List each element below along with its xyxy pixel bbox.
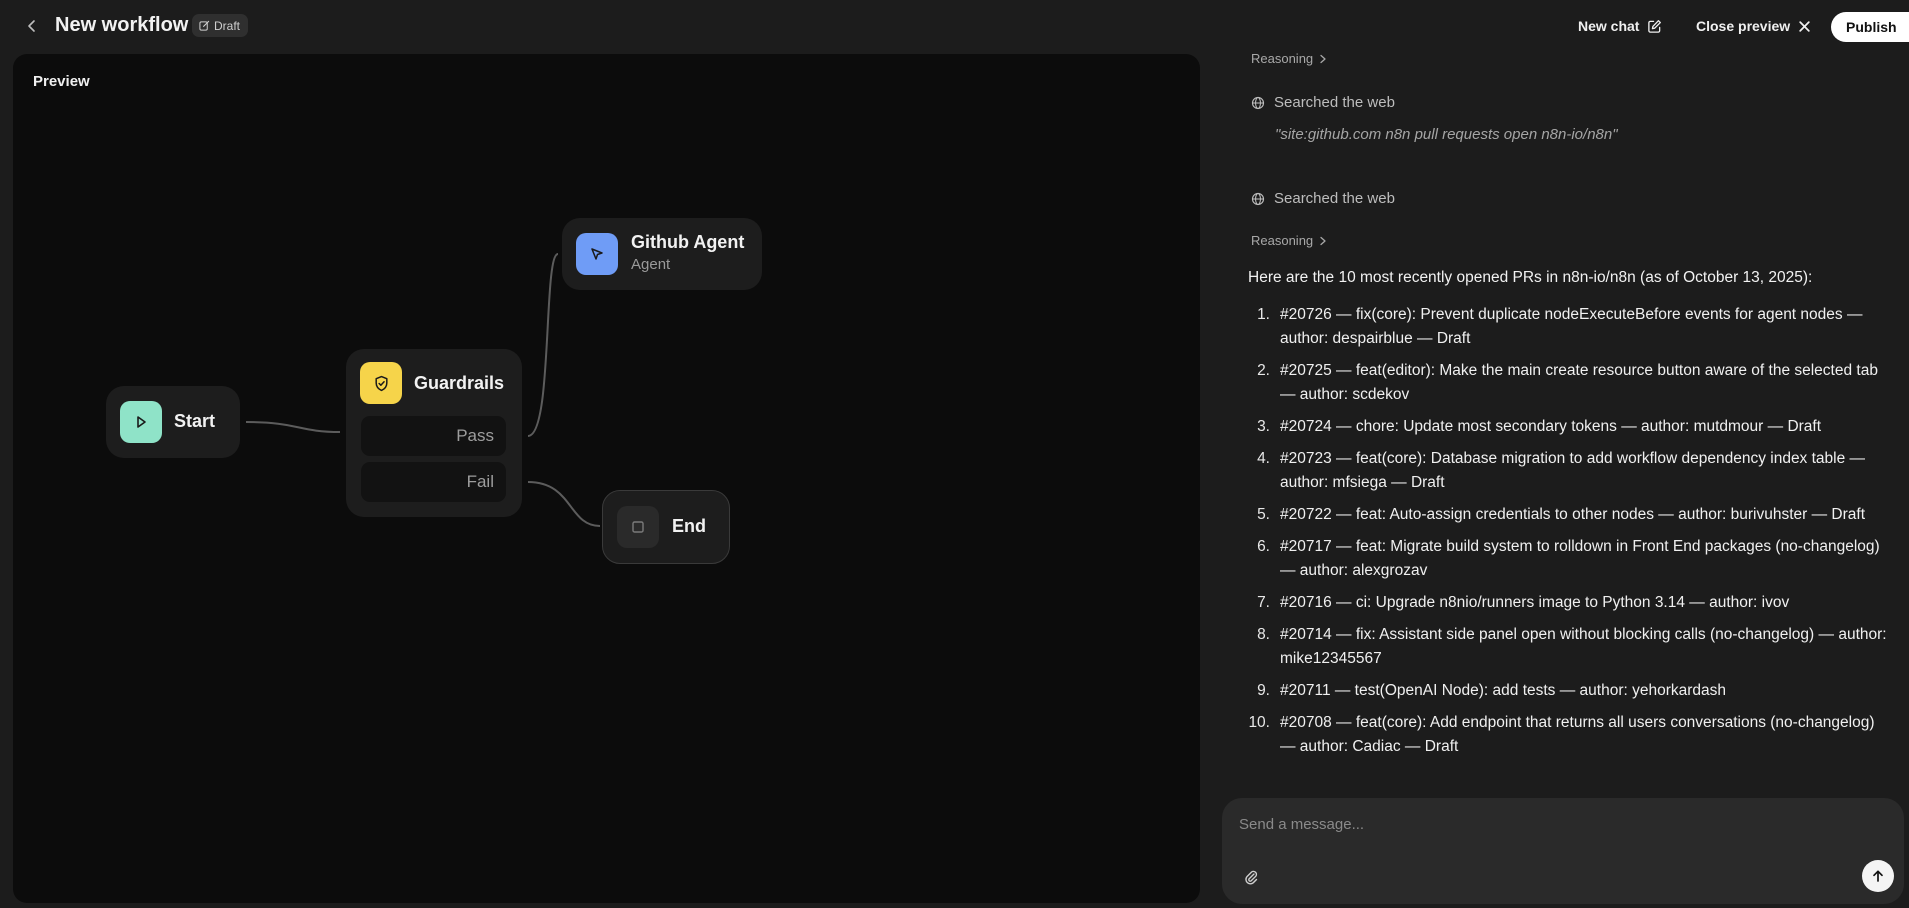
back-button[interactable] (20, 14, 44, 38)
list-item-number: 7. (1257, 594, 1270, 611)
list-item-text: #20716 — ci: Upgrade n8nio/runners image… (1280, 594, 1790, 611)
close-preview-button[interactable]: Close preview (1696, 14, 1811, 38)
list-item-text: #20726 — fix(core): Prevent duplicate no… (1280, 306, 1863, 347)
new-chat-button[interactable]: New chat (1578, 14, 1662, 38)
edge-fail-end (527, 481, 601, 527)
list-item-text: #20708 — feat(core): Add endpoint that r… (1280, 714, 1875, 755)
reasoning-label: Reasoning (1251, 233, 1314, 248)
searched-web-2: Searched the web (1251, 190, 1395, 207)
edge-start-guardrails (245, 421, 341, 433)
node-end[interactable]: End (602, 490, 730, 564)
message-composer (1222, 798, 1904, 904)
searched-web-label: Searched the web (1274, 94, 1395, 111)
list-item-text: #20711 — test(OpenAI Node): add tests — … (1280, 682, 1727, 699)
reasoning-label: Reasoning (1251, 51, 1314, 66)
globe-icon (1251, 192, 1265, 205)
cursor-icon (591, 248, 603, 260)
edit-icon (199, 20, 210, 31)
list-item-text: #20714 — fix: Assistant side panel open … (1280, 626, 1887, 667)
list-item-number: 8. (1257, 626, 1270, 643)
workflow-edges (245, 253, 601, 527)
node-start[interactable]: Start (106, 386, 240, 458)
close-preview-label: Close preview (1696, 18, 1791, 34)
list-item-text: #20725 — feat(editor): Make the main cre… (1280, 362, 1878, 403)
chat-panel: Reasoning Searched the web "site:github.… (1200, 51, 1909, 908)
message-input[interactable] (1239, 812, 1879, 836)
new-chat-icon (1648, 19, 1662, 33)
node-github-agent[interactable]: Github Agent Agent (562, 218, 762, 290)
node-github-agent-icon-box (576, 233, 618, 275)
searched-web-1: Searched the web (1251, 94, 1395, 111)
arrow-up-icon (1873, 870, 1883, 882)
list-item-text: #20724 — chore: Update most secondary to… (1280, 418, 1822, 435)
status-badge-label: Draft (214, 18, 241, 33)
close-icon (1799, 20, 1810, 32)
branch-pass[interactable]: Pass (361, 416, 506, 456)
list-item: 6. #20717 — feat: Migrate build system to… (1248, 535, 1888, 583)
assistant-intro-text: Here are the 10 most recently opened PRs… (1248, 269, 1813, 286)
node-guardrails-icon-box (360, 362, 402, 404)
list-item: 3. #20724 — chore: Update most secondary … (1248, 415, 1888, 439)
node-guardrails-title: Guardrails (414, 373, 505, 393)
list-item: 2. #20725 — feat(editor): Make the main c… (1248, 359, 1888, 407)
pr-list: 1. #20726 — fix(core): Prevent duplicate … (1248, 303, 1888, 767)
list-item-number: 5. (1257, 506, 1270, 523)
searched-web-label: Searched the web (1274, 190, 1395, 207)
list-item: 4. #20723 — feat(core): Database migratio… (1248, 447, 1888, 495)
node-end-title: End (672, 516, 706, 536)
list-item-text: #20723 — feat(core): Database migration … (1280, 450, 1866, 491)
edge-pass-github-agent (527, 253, 559, 437)
list-item-number: 3. (1257, 418, 1270, 435)
search-query: "site:github.com n8n pull requests open … (1275, 126, 1618, 143)
chevron-left-icon (28, 20, 35, 32)
list-item: 7. #20716 — ci: Upgrade n8nio/runners ima… (1248, 591, 1888, 615)
node-end-icon-box (617, 506, 659, 548)
reasoning-toggle-2[interactable]: Reasoning (1251, 233, 1327, 248)
reasoning-toggle-1[interactable]: Reasoning (1251, 51, 1327, 66)
node-start-icon-box (120, 401, 162, 443)
stop-icon (632, 521, 644, 533)
branch-fail[interactable]: Fail (361, 462, 506, 502)
list-item: 5. #20722 — feat: Auto-assign credentials… (1248, 503, 1888, 527)
shield-check-icon (374, 375, 388, 391)
list-item: 1. #20726 — fix(core): Prevent duplicate … (1248, 303, 1888, 351)
list-item-number: 10. (1248, 714, 1270, 731)
chevron-right-icon (1320, 54, 1326, 63)
list-item: 10. #20708 — feat(core): Add endpoint tha… (1248, 711, 1888, 759)
list-item: 9. #20711 — test(OpenAI Node): add tests … (1248, 679, 1888, 703)
list-item-number: 2. (1257, 362, 1270, 379)
list-item: 8. #20714 — fix: Assistant side panel ope… (1248, 623, 1888, 671)
node-guardrails[interactable]: Guardrails Pass Fail (346, 349, 522, 517)
list-item-number: 1. (1257, 306, 1270, 323)
node-github-agent-title: Github Agent (631, 232, 745, 252)
list-item-text: #20717 — feat: Migrate build system to r… (1280, 538, 1880, 579)
list-item-number: 4. (1257, 450, 1270, 467)
workflow-preview-canvas[interactable]: Preview Start Guardrails Pass Fail Githu… (13, 54, 1200, 903)
chevron-right-icon (1320, 236, 1326, 245)
list-item-text: #20722 — feat: Auto-assign credentials t… (1280, 506, 1866, 523)
globe-icon (1251, 96, 1265, 109)
status-badge: Draft (192, 14, 249, 37)
node-start-title: Start (174, 411, 216, 431)
play-icon (137, 416, 146, 428)
attach-button[interactable] (1239, 865, 1263, 889)
node-github-agent-subtitle: Agent (631, 256, 671, 273)
paperclip-icon (1245, 870, 1258, 885)
page-title: New workflow (55, 14, 189, 36)
list-item-number: 9. (1257, 682, 1270, 699)
new-chat-label: New chat (1578, 18, 1640, 34)
top-bar: New workflow Draft New chat Close previe… (0, 0, 1909, 52)
publish-button[interactable]: Publish (1831, 12, 1909, 42)
send-button[interactable] (1862, 860, 1894, 892)
list-item-number: 6. (1257, 538, 1270, 555)
